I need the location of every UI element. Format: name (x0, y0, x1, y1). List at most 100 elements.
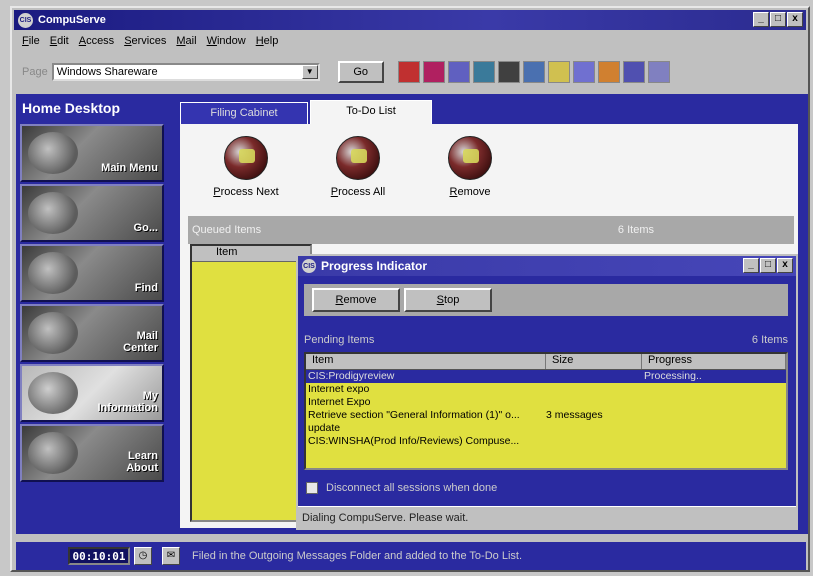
row-item: Retrieve section "General Information (1… (308, 409, 520, 421)
toolbar-icon-3[interactable] (447, 61, 470, 83)
row-progress (642, 383, 786, 396)
menu-file[interactable]: File (22, 35, 40, 47)
close-button[interactable]: x (787, 12, 803, 27)
row-item: Internet Expo (308, 396, 371, 408)
satellite-dish-icon (28, 192, 78, 234)
menu-mail[interactable]: Mail (176, 35, 196, 47)
tab-strip: Filing Cabinet To-Do List (180, 100, 432, 126)
process-all-button[interactable]: Process All (302, 136, 414, 198)
sidebar-item-mail-center[interactable]: Mail Center (20, 304, 164, 362)
sidebar-item-label: Find (134, 282, 158, 294)
process-all-label: Process All (330, 186, 386, 198)
menu-help[interactable]: Help (256, 35, 279, 47)
tab-to-do-list[interactable]: To-Do List (310, 100, 432, 126)
table-row[interactable]: CIS:Prodigyreview Processing.. (306, 370, 786, 383)
row-item: Internet expo (308, 383, 370, 395)
disconnect-label: Disconnect all sessions when done (326, 482, 498, 494)
toolbar-icon-6[interactable] (522, 61, 545, 83)
pending-items-label: Pending Items (304, 334, 375, 346)
toolbar-icon-8[interactable] (572, 61, 595, 83)
sidebar-item-learn-about[interactable]: Learn About (20, 424, 164, 482)
menu-edit[interactable]: Edit (50, 35, 69, 47)
dialog-close-button[interactable]: x (777, 258, 793, 273)
toolbar-icon-10[interactable] (622, 61, 645, 83)
dialog-status-text: Dialing CompuServe. Please wait. (302, 511, 469, 524)
row-item: update (308, 422, 341, 434)
queued-items-list[interactable]: Item (190, 244, 312, 522)
go-button-label: Go (353, 66, 369, 78)
toolbar-icon-1[interactable] (397, 61, 420, 83)
table-row[interactable]: CIS:WINSHA(Prod Info/Reviews) Compuse... (306, 435, 786, 448)
menu-services[interactable]: Services (124, 35, 166, 47)
toolbar-icon-11[interactable] (647, 61, 670, 83)
process-next-button[interactable]: Process Next (190, 136, 302, 198)
pending-items-table[interactable]: Item Size Progress CIS:Prodigyreview Pro… (304, 352, 788, 470)
table-row[interactable]: Internet Expo (306, 396, 786, 409)
row-progress (642, 409, 786, 422)
remove-button[interactable]: Remove (414, 136, 526, 198)
dialog-maximize-button[interactable]: □ (760, 258, 776, 273)
queued-items-label: Queued Items (192, 224, 262, 236)
dialog-status-bar: Dialing CompuServe. Please wait. (298, 506, 796, 528)
row-size (546, 435, 642, 448)
process-next-icon (224, 136, 268, 180)
dialog-remove-button[interactable]: Remove (312, 288, 400, 312)
compuserve-logo-icon: CIS (18, 12, 33, 28)
dialog-remove-label: Remove (335, 294, 377, 306)
column-item[interactable]: Item (306, 354, 546, 369)
sidebar-item-label: My Information (97, 390, 159, 414)
sidebar-item-find[interactable]: Find (20, 244, 164, 302)
toolbar-icons (397, 61, 670, 83)
toolbar-icon-9[interactable] (597, 61, 620, 83)
menu-window[interactable]: Window (207, 35, 246, 47)
process-all-icon (336, 136, 380, 180)
disconnect-checkbox[interactable] (306, 482, 318, 494)
menu-bar: File Edit Access Services Mail Window He… (16, 32, 278, 50)
toolbar-icon-4[interactable] (472, 61, 495, 83)
minimize-button[interactable]: _ (753, 12, 769, 27)
pending-items-header: Pending Items 6 Items (304, 334, 788, 350)
sidebar-item-go[interactable]: Go... (20, 184, 164, 242)
dialog-stop-button[interactable]: Stop (404, 288, 492, 312)
sidebar-item-label: Main Menu (101, 162, 158, 174)
queued-items-count: 6 Items (617, 224, 654, 236)
toolbar: Page Windows Shareware ▼ Go (16, 52, 804, 92)
column-size[interactable]: Size (546, 354, 642, 369)
chevron-down-icon[interactable]: ▼ (301, 65, 318, 79)
dialog-stop-label: Stop (436, 294, 460, 306)
row-progress (642, 435, 786, 448)
column-progress[interactable]: Progress (642, 354, 786, 369)
find-icon (28, 252, 78, 294)
sidebar-item-my-information[interactable]: My Information (20, 364, 164, 422)
toolbar-icon-2[interactable] (422, 61, 445, 83)
maximize-button[interactable]: □ (770, 12, 786, 27)
row-size (546, 396, 642, 409)
title-bar[interactable]: CIS CompuServe _ □ x (14, 10, 806, 30)
toolbar-icon-7[interactable] (547, 61, 570, 83)
go-combobox[interactable]: Windows Shareware ▼ (51, 63, 320, 81)
mailbox-icon (28, 312, 78, 354)
go-button[interactable]: Go (337, 61, 384, 83)
remove-icon (448, 136, 492, 180)
dialog-title-bar[interactable]: CIS Progress Indicator _ □ x (298, 256, 796, 276)
app-title: CompuServe (38, 14, 106, 26)
status-message: Filed in the Outgoing Messages Folder an… (192, 550, 522, 562)
tab-filing-cabinet[interactable]: Filing Cabinet (180, 102, 308, 124)
sidebar-item-label: Mail Center (123, 330, 158, 354)
queued-items-header: Queued Items 6 Items (188, 216, 794, 244)
mail-icon[interactable]: ✉ (162, 547, 180, 565)
compuserve-logo-icon: CIS (302, 259, 316, 273)
sidebar-item-label: Learn About (126, 450, 158, 474)
queued-column-item[interactable]: Item (192, 246, 310, 262)
pending-items-count: 6 Items (751, 334, 788, 346)
go-combobox-value: Windows Shareware (56, 66, 158, 78)
sidebar-item-main-menu[interactable]: Main Menu (20, 124, 164, 182)
timer-icon[interactable]: ◷ (134, 547, 152, 565)
menu-access[interactable]: Access (79, 35, 114, 47)
toolbar-icon-5[interactable] (497, 61, 520, 83)
table-row[interactable]: Internet expo (306, 383, 786, 396)
table-row[interactable]: Retrieve section "General Information (1… (306, 409, 786, 422)
dialog-minimize-button[interactable]: _ (743, 258, 759, 273)
table-row[interactable]: update (306, 422, 786, 435)
row-size (546, 422, 642, 435)
